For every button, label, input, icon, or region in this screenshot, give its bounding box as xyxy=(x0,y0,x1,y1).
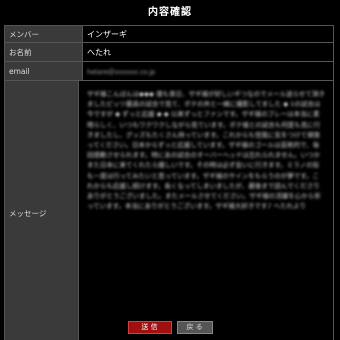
member-label: メンバー xyxy=(5,26,83,42)
member-row: メンバー インザーギ xyxy=(5,26,333,43)
name-row: お名前 へたれ xyxy=(5,43,333,62)
send-button[interactable]: 送 信 xyxy=(127,321,172,334)
button-bar: 送 信 戻 る xyxy=(0,321,340,334)
name-label: お名前 xyxy=(5,43,83,61)
name-value: へたれ xyxy=(83,43,333,61)
message-value: ザギ様こんばんは◆◆◆ 僕も昔日、ザギ様が好しいギつなのでメール送らせて頂きまし… xyxy=(87,90,325,211)
member-value: インザーギ xyxy=(83,26,333,42)
message-row: メッセージ ザギ様こんばんは◆◆◆ 僕も昔日、ザギ様が好しいギつなのでメール送ら… xyxy=(5,81,333,340)
email-label: email xyxy=(5,62,83,80)
confirm-page: 内容確認 メンバー インザーギ お名前 へたれ email hetare＠xxx… xyxy=(0,0,340,340)
message-label: メッセージ xyxy=(5,81,79,340)
message-value-cell: ザギ様こんばんは◆◆◆ 僕も昔日、ザギ様が好しいギつなのでメール送らせて頂きまし… xyxy=(79,81,333,340)
email-row: email hetare＠xxxxxx.co.jp xyxy=(5,62,333,81)
back-button[interactable]: 戻 る xyxy=(176,321,213,334)
confirm-table: メンバー インザーギ お名前 へたれ email hetare＠xxxxxx.c… xyxy=(4,25,334,340)
page-title: 内容確認 xyxy=(148,7,192,18)
email-value-cell: hetare＠xxxxxx.co.jp xyxy=(83,62,333,80)
email-value: hetare＠xxxxxx.co.jp xyxy=(87,68,156,76)
